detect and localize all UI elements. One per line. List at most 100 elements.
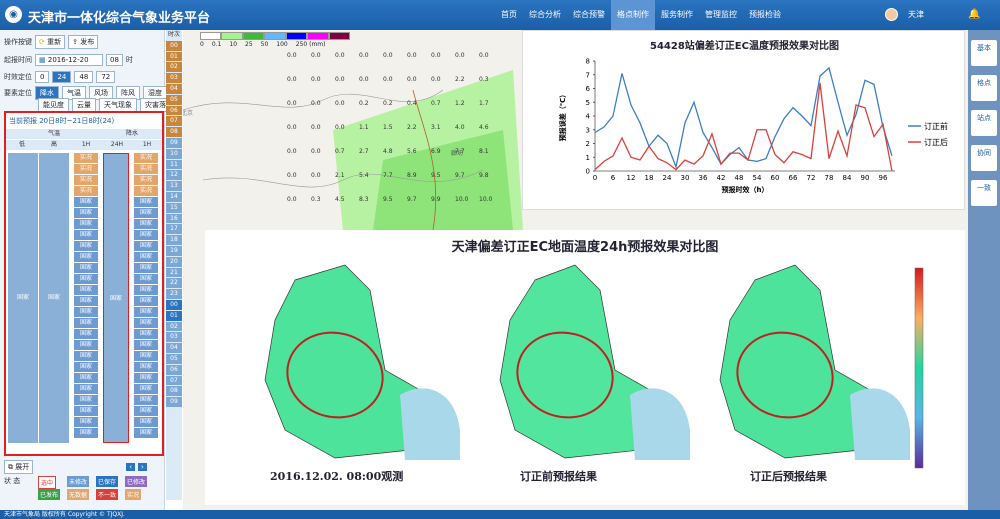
time-cell[interactable]: 03 [166,332,182,344]
time-cell[interactable]: 16 [166,213,182,225]
time-cell[interactable]: 05 [166,353,182,365]
user-area[interactable]: 天津 [885,8,924,21]
date-input[interactable]: ▦ 2016-12-20 [35,54,103,66]
table-cell[interactable]: 国家 [134,417,158,427]
time-cell[interactable]: 00 [166,299,182,311]
table-cell[interactable]: 国家 [134,362,158,372]
user-name[interactable]: 天津 [908,9,924,20]
time-cell[interactable]: 11 [166,159,182,171]
side-button[interactable]: 协同 [971,145,997,171]
table-cell[interactable]: 国家 [134,428,158,438]
time-cell[interactable]: 06 [166,105,182,117]
table-cell[interactable]: 国家 [134,296,158,306]
table-cell[interactable]: 国家 [74,263,98,273]
table-cell[interactable]: 实况 [74,153,98,163]
element-option[interactable]: 能见度 [38,98,69,112]
time-cell[interactable]: 23 [166,289,182,300]
duration-option[interactable]: 72 [96,71,116,83]
table-cell[interactable]: 国家 [134,263,158,273]
time-cell[interactable]: 02 [166,321,182,333]
table-cell[interactable]: 国家 [74,417,98,427]
nav-item[interactable]: 服务制作 [655,0,699,30]
time-cell[interactable]: 04 [166,343,182,354]
table-cell[interactable]: 国家 [74,241,98,251]
time-cell[interactable]: 08 [166,386,182,398]
table-cell[interactable]: 国家 [74,274,98,284]
time-cell[interactable]: 05 [166,94,182,106]
prev-icon[interactable]: ‹ [126,463,136,471]
table-cell[interactable]: 国家 [74,329,98,339]
table-cell[interactable]: 国家 [74,252,98,262]
table-cell[interactable]: 国家 [134,395,158,405]
time-cell[interactable]: 22 [166,278,182,290]
time-cell[interactable]: 17 [166,224,182,236]
nav-item[interactable]: 首页 [495,0,523,30]
table-cell[interactable]: 国家 [74,406,98,416]
table-cell[interactable]: 国家 [134,197,158,207]
time-cell[interactable]: 04 [166,83,182,95]
time-cell[interactable]: 12 [166,170,182,182]
table-cell[interactable]: 实况 [134,175,158,185]
table-cell[interactable]: 国家 [74,395,98,405]
rain-24h-cell[interactable]: 国家 [103,153,129,443]
time-cell[interactable]: 15 [166,202,182,214]
table-cell[interactable]: 国家 [134,329,158,339]
table-cell[interactable]: 实况 [74,186,98,196]
nav-item[interactable]: 预报检验 [743,0,787,30]
table-cell[interactable]: 国家 [74,307,98,317]
side-button[interactable]: 一致 [971,180,997,206]
table-cell[interactable]: 国家 [134,384,158,394]
low-cell[interactable]: 国家 [8,153,38,443]
time-cell[interactable]: 00 [166,40,182,52]
time-cell[interactable]: 03 [166,73,182,84]
time-cell[interactable]: 13 [166,181,182,192]
next-icon[interactable]: › [138,463,147,471]
side-button[interactable]: 站点 [971,110,997,136]
time-cell[interactable]: 14 [166,191,182,203]
element-option[interactable]: 云量 [72,98,96,112]
table-cell[interactable]: 国家 [134,274,158,284]
nav-item[interactable]: 格点制作 [611,0,655,30]
table-cell[interactable]: 国家 [74,197,98,207]
table-cell[interactable]: 国家 [134,373,158,383]
table-cell[interactable]: 国家 [134,307,158,317]
table-cell[interactable]: 国家 [74,285,98,295]
time-cell[interactable]: 21 [166,267,182,279]
side-button[interactable]: 基本 [971,40,997,66]
expand-button[interactable]: ⧉ 展开 [4,460,34,474]
table-cell[interactable]: 国家 [134,208,158,218]
table-cell[interactable]: 实况 [134,153,158,163]
table-cell[interactable]: 国家 [134,230,158,240]
table-cell[interactable]: 国家 [134,219,158,229]
side-button[interactable]: 格点 [971,75,997,101]
table-cell[interactable]: 国家 [74,428,98,438]
table-cell[interactable]: 实况 [134,186,158,196]
table-cell[interactable]: 国家 [74,296,98,306]
table-cell[interactable]: 国家 [134,285,158,295]
duration-option[interactable]: 48 [74,71,94,83]
time-cell[interactable]: 06 [166,364,182,376]
nav-item[interactable]: 综合分析 [523,0,567,30]
time-cell[interactable]: 时次 [166,30,182,41]
time-cell[interactable]: 09 [166,137,182,149]
avatar-icon[interactable] [885,8,898,21]
table-cell[interactable]: 国家 [134,351,158,361]
high-cell[interactable]: 国家 [39,153,69,443]
table-cell[interactable]: 国家 [74,340,98,350]
publish-button[interactable]: ⇪ 发布 [68,35,99,49]
time-cell[interactable]: 01 [166,51,182,63]
table-cell[interactable]: 实况 [134,164,158,174]
hour-input[interactable]: 08 [106,54,123,66]
table-cell[interactable]: 国家 [134,340,158,350]
table-cell[interactable]: 国家 [74,373,98,383]
table-cell[interactable]: 实况 [74,175,98,185]
time-cell[interactable]: 07 [166,375,182,387]
table-cell[interactable]: 国家 [74,362,98,372]
duration-option[interactable]: 0 [35,71,50,83]
table-cell[interactable]: 国家 [134,252,158,262]
table-cell[interactable]: 国家 [134,241,158,251]
element-option[interactable]: 天气现象 [99,98,137,112]
time-cell[interactable]: 08 [166,127,182,138]
table-cell[interactable]: 国家 [134,318,158,328]
duration-option[interactable]: 24 [52,71,72,83]
